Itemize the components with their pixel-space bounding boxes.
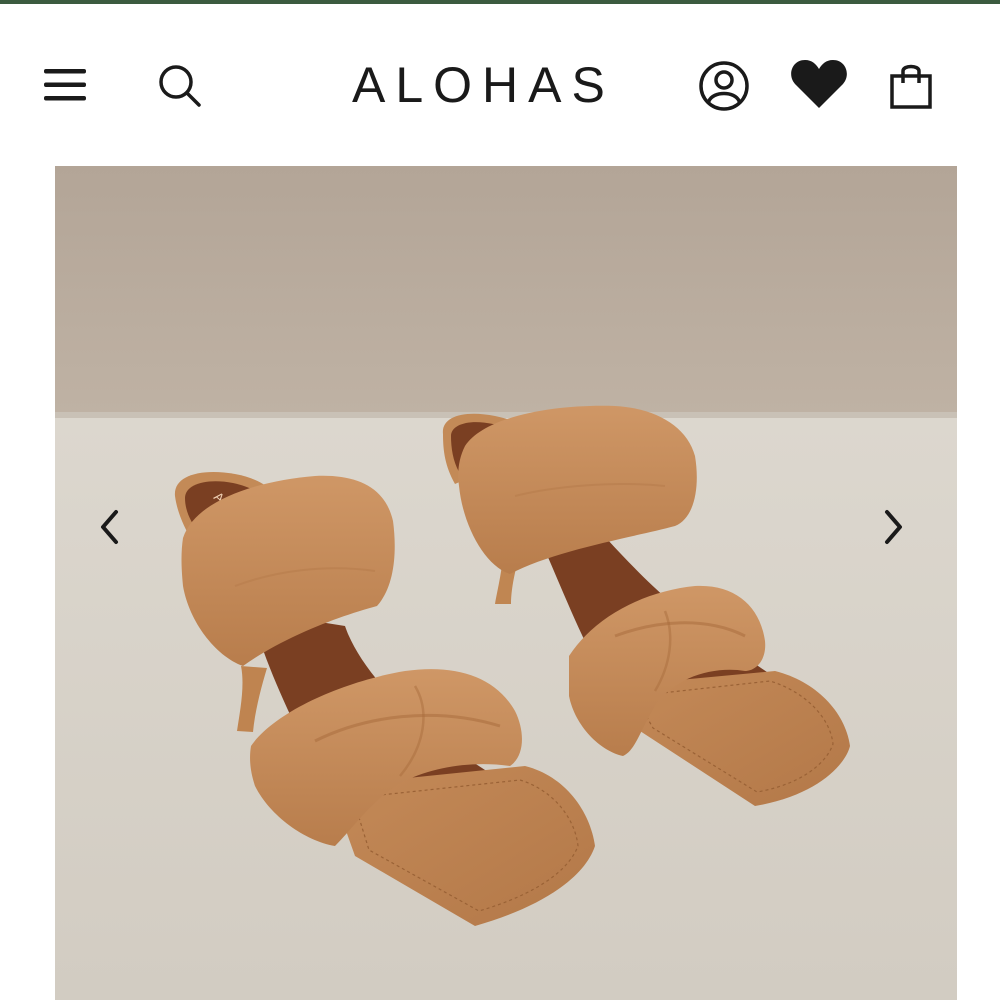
chevron-left-icon (101, 510, 118, 544)
gallery-next-button[interactable] (868, 502, 918, 552)
wishlist-button[interactable] (788, 56, 850, 112)
shopping-bag-icon (890, 64, 932, 109)
search-button[interactable] (152, 58, 206, 112)
search-icon (159, 65, 201, 107)
account-button[interactable] (696, 58, 752, 114)
product-photo: AL ALO (55, 166, 957, 1000)
user-circle-icon (699, 61, 749, 111)
gallery-prev-button[interactable] (85, 502, 135, 552)
site-header: ALOHAS (0, 4, 1000, 164)
menu-button[interactable] (38, 58, 92, 112)
heart-icon (791, 60, 847, 108)
product-image-gallery[interactable]: AL ALO (55, 166, 957, 1000)
chevron-right-icon (885, 510, 902, 544)
cart-button[interactable] (884, 58, 938, 114)
hamburger-menu-icon (44, 69, 86, 101)
brand-logo[interactable]: ALOHAS (352, 58, 652, 112)
